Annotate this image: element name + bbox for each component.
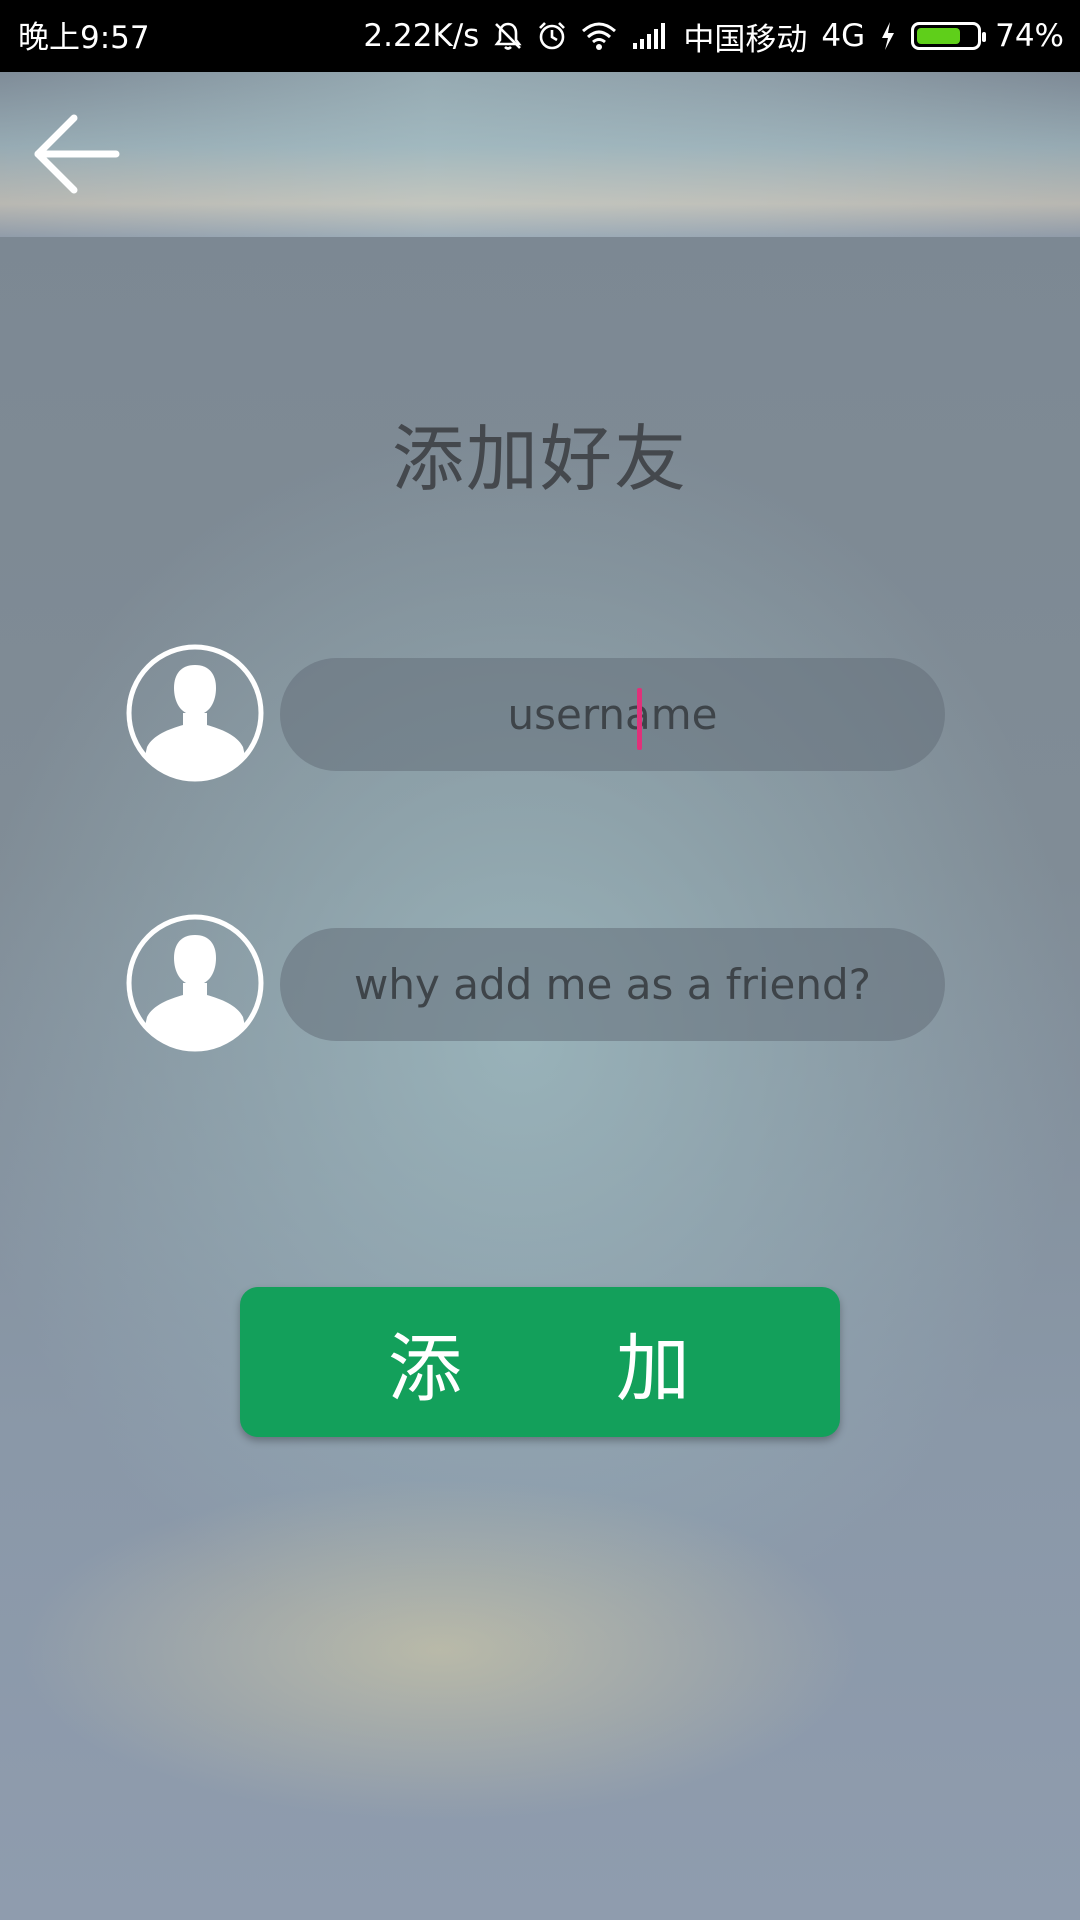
battery-percent: 74%: [995, 18, 1064, 54]
page-title: 添加好友: [391, 417, 688, 501]
username-row: [125, 643, 945, 783]
net-speed: 2.22K/s: [363, 18, 480, 54]
text-caret: [637, 688, 642, 750]
alarm-icon: [537, 20, 567, 52]
reason-input[interactable]: [280, 928, 945, 1041]
signal-icon: [631, 21, 669, 51]
back-button[interactable]: [30, 112, 120, 196]
status-time: 晚上9:57: [18, 20, 150, 56]
network-type: 4G: [821, 18, 866, 54]
battery-fill: [917, 28, 961, 44]
reason-row: [125, 913, 945, 1053]
status-right: 2.22K/s 中国移动 4G 74%: [363, 0, 1064, 72]
add-friend-button[interactable]: 添 加: [240, 1287, 840, 1437]
username-field-container: [280, 658, 945, 771]
user-avatar-icon: [126, 644, 264, 782]
reason-field-container: [280, 928, 945, 1041]
username-input[interactable]: [280, 658, 945, 771]
screen: 晚上9:57 2.22K/s 中国移动 4G 74% 添加好友 username…: [0, 0, 1080, 1920]
mute-icon: [493, 20, 523, 52]
user-avatar-icon: [126, 914, 264, 1052]
arrow-left-icon: [34, 114, 120, 194]
carrier-label: 中国移动: [683, 21, 808, 58]
status-bar: 晚上9:57 2.22K/s 中国移动 4G 74%: [0, 0, 1080, 72]
toolbar: [0, 72, 1080, 237]
charging-icon: [879, 21, 897, 51]
wifi-icon: [581, 21, 617, 51]
battery-icon: [911, 22, 987, 50]
